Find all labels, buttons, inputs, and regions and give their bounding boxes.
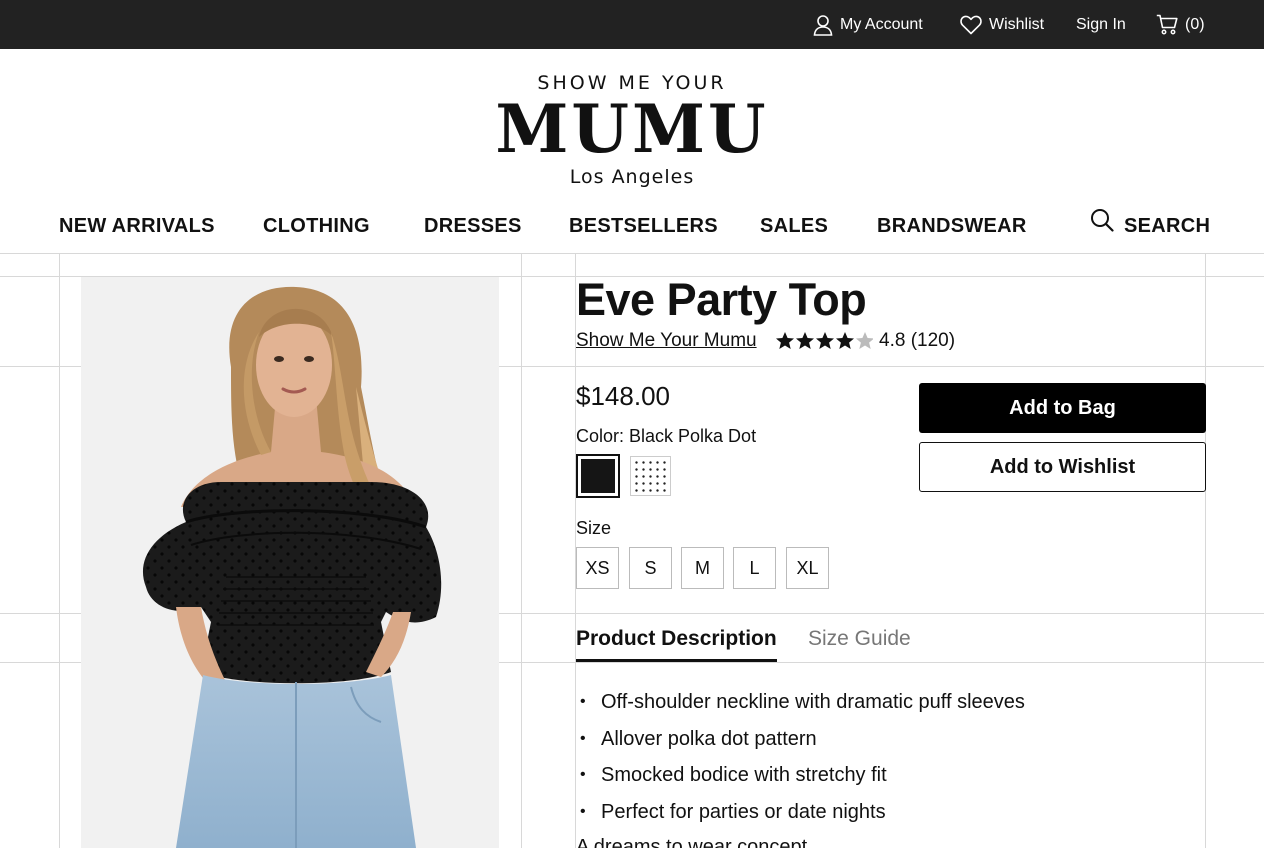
size-button-xl[interactable]: XL xyxy=(786,547,829,589)
color-swatch-black-polka-dot[interactable] xyxy=(576,454,620,498)
color-swatch-white-polka-dot[interactable] xyxy=(630,456,671,496)
bullet-text: Smocked bodice with stretchy fit xyxy=(601,764,887,786)
size-button-l[interactable]: L xyxy=(733,547,776,589)
nav-item-new-arrivals[interactable]: NEW ARRIVALS xyxy=(59,204,215,248)
star-icon xyxy=(856,332,873,349)
search-icon xyxy=(1090,204,1114,248)
star-icon xyxy=(776,332,794,349)
size-button-m[interactable]: M xyxy=(681,547,724,589)
size-label: Size xyxy=(576,518,612,538)
list-item: • Allover polka dot pattern xyxy=(580,725,1025,762)
heart-icon xyxy=(960,15,982,35)
size-button-xs[interactable]: XS xyxy=(576,547,619,589)
logo-line-3: Los Angeles xyxy=(569,166,695,188)
my-account-label: My Account xyxy=(840,15,923,33)
divider xyxy=(521,254,522,848)
top-utility-bar: My Account Wishlist Sign In (0) xyxy=(0,0,1264,49)
rating-stars xyxy=(775,331,873,351)
my-account-link[interactable]: My Account xyxy=(813,0,923,49)
nav-item-dresses[interactable]: DRESSES xyxy=(424,204,522,248)
cart-count: (0) xyxy=(1185,15,1205,33)
product-title: Eve Party Top xyxy=(576,274,867,325)
product-price: $148.00 xyxy=(576,381,670,411)
nav-item-brandswear[interactable]: BRANDSWEAR xyxy=(877,204,1027,248)
brand-logo[interactable]: SHOW ME YOUR MUMU Los Angeles xyxy=(0,70,1264,190)
bullet-text: Allover polka dot pattern xyxy=(601,727,817,750)
description-continued: A dreams to wear concept xyxy=(576,836,808,848)
tab-size-guide[interactable]: Size Guide xyxy=(808,624,911,662)
wishlist-label: Wishlist xyxy=(989,15,1045,33)
sign-in-link[interactable]: Sign In xyxy=(1076,0,1126,49)
list-item: • Off-shoulder neckline with dramatic puf… xyxy=(580,688,1025,725)
list-item: • Perfect for parties or date nights xyxy=(580,798,1025,835)
product-image[interactable] xyxy=(81,277,499,848)
cart-icon xyxy=(1156,14,1178,35)
cart-link[interactable]: (0) xyxy=(1156,0,1205,49)
divider xyxy=(59,254,60,848)
product-rating[interactable]: 4.8 (120) xyxy=(775,329,955,353)
bullet-text: Perfect for parties or date nights xyxy=(601,800,886,823)
rating-text: 4.8 (120) xyxy=(879,330,956,351)
star-icon xyxy=(836,332,854,349)
add-to-bag-button[interactable]: Add to Bag xyxy=(919,383,1206,433)
divider xyxy=(0,253,1264,254)
list-item: • Smocked bodice with stretchy fit xyxy=(580,761,1025,798)
tab-product-description[interactable]: Product Description xyxy=(576,624,777,662)
search-label: SEARCH xyxy=(1124,215,1211,237)
divider xyxy=(1205,254,1206,848)
star-icon xyxy=(796,332,814,349)
nav-item-clothing[interactable]: CLOTHING xyxy=(263,204,370,248)
add-to-wishlist-button[interactable]: Add to Wishlist xyxy=(919,442,1206,492)
bullet-text: Off-shoulder neckline with dramatic puff… xyxy=(601,691,1025,713)
size-button-s[interactable]: S xyxy=(629,547,672,589)
brand-link[interactable]: Show Me Your Mumu xyxy=(576,329,757,353)
description-list: • Off-shoulder neckline with dramatic puf… xyxy=(580,688,1025,834)
nav-item-bestsellers[interactable]: BESTSELLERS xyxy=(569,204,718,248)
nav-search[interactable]: SEARCH xyxy=(1090,204,1210,248)
main-nav: NEW ARRIVALS CLOTHING DRESSES BESTSELLER… xyxy=(0,204,1264,248)
wishlist-link[interactable]: Wishlist xyxy=(960,0,1044,49)
color-label: Color: Black Polka Dot xyxy=(576,426,757,446)
nav-item-sales[interactable]: SALES xyxy=(760,204,828,248)
sign-in-label: Sign In xyxy=(1076,15,1126,33)
logo-line-2: MUMU xyxy=(495,90,769,168)
user-icon xyxy=(813,14,833,36)
star-icon xyxy=(816,332,834,349)
